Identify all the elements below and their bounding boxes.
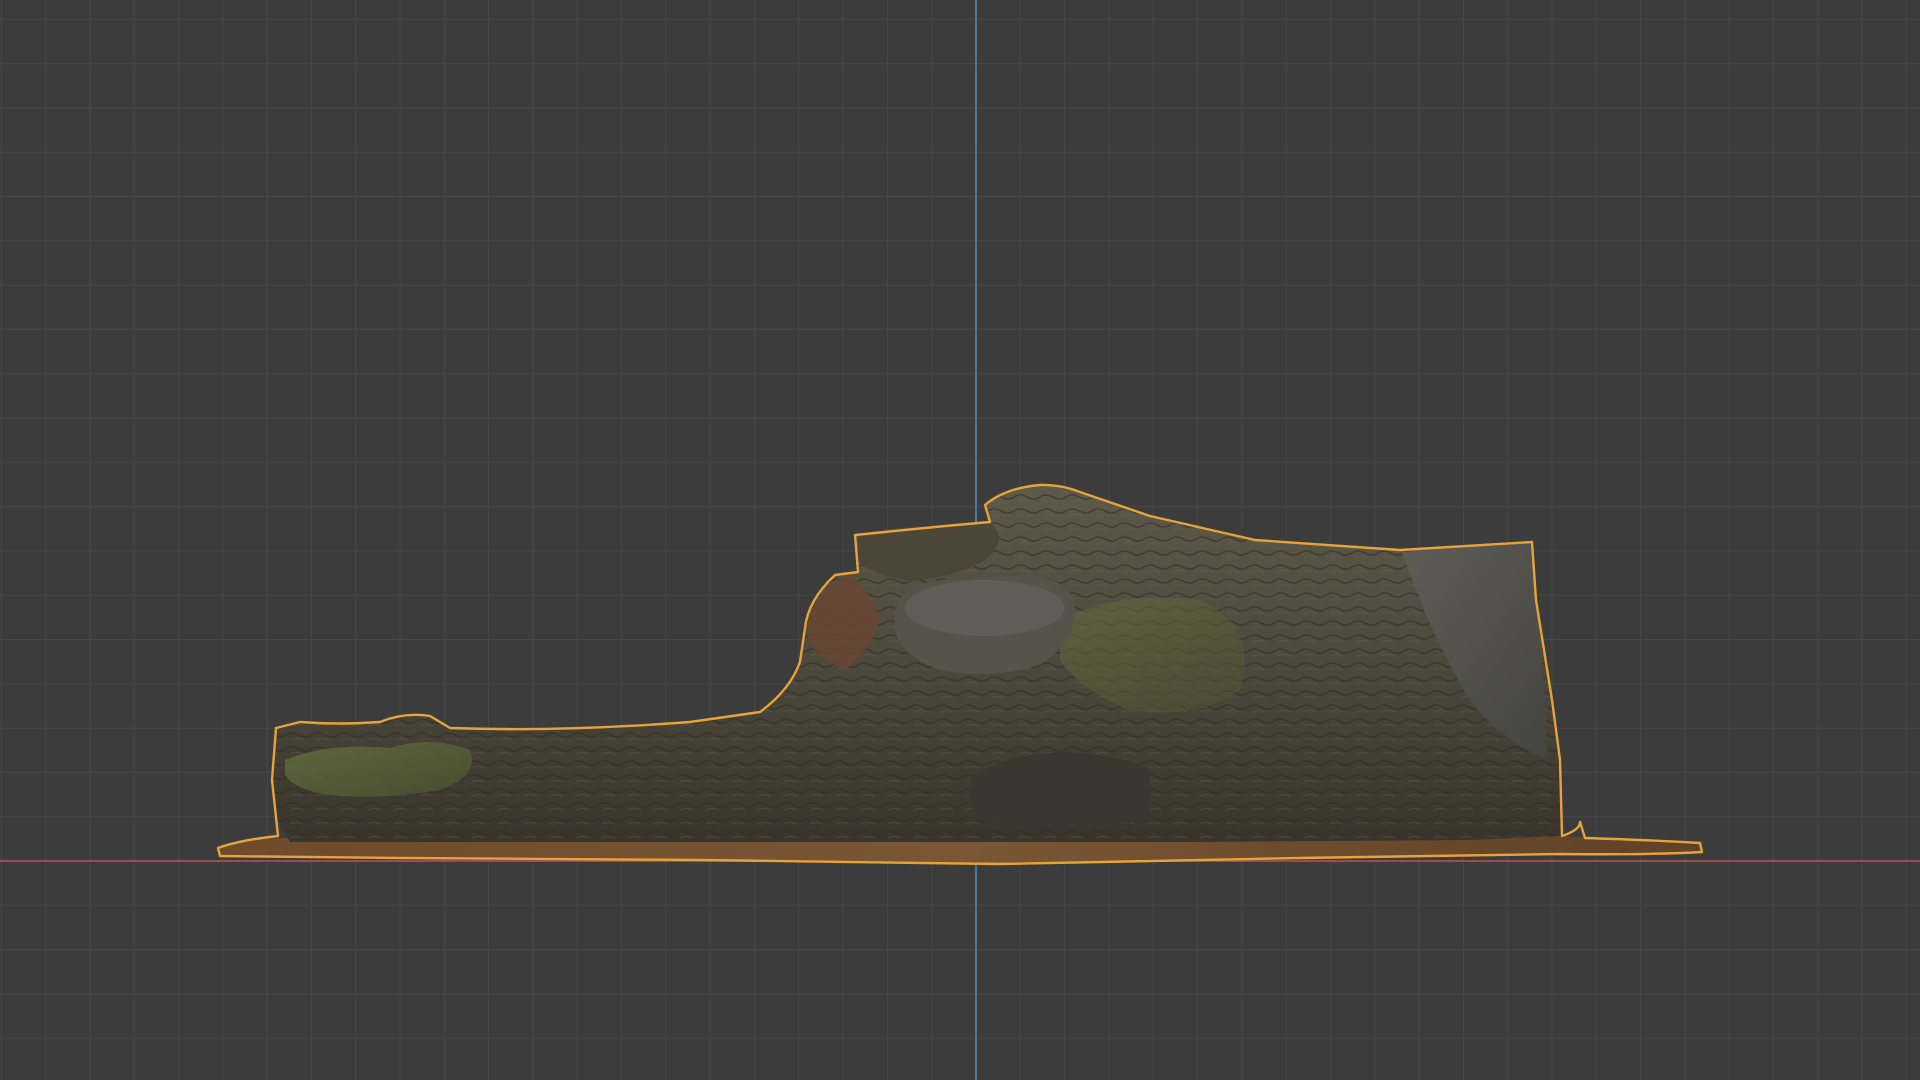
3d-viewport[interactable] — [0, 0, 1920, 1080]
tree-trunk-object[interactable] — [216, 483, 1704, 866]
branch-stub-cut — [905, 580, 1065, 636]
viewport-canvas[interactable] — [0, 0, 1920, 1080]
